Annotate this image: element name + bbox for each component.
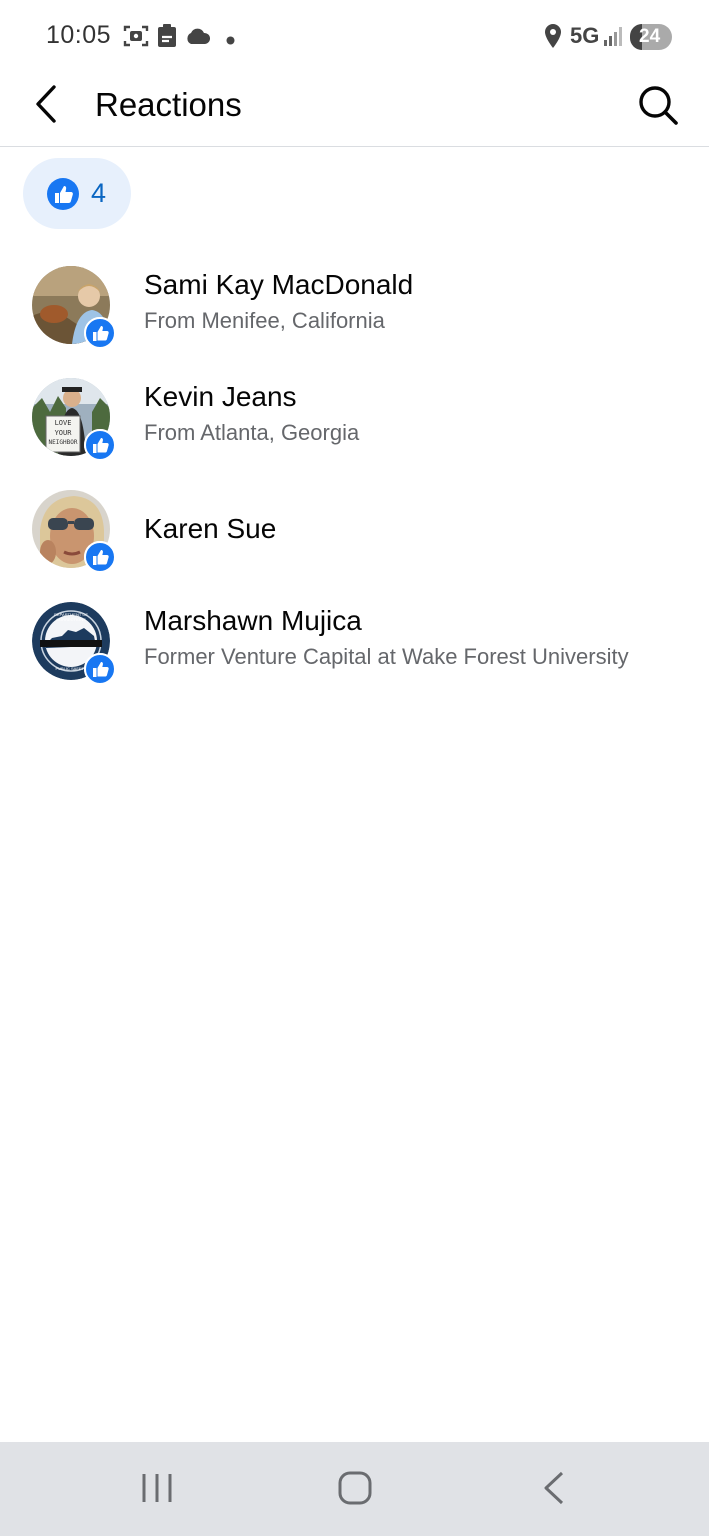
like-icon <box>47 178 79 215</box>
list-item[interactable]: DEPARTMENT OF CORRECTIONS PUBLIC SAFETY … <box>0 598 709 698</box>
like-badge-icon <box>84 541 116 573</box>
page-title: Reactions <box>95 86 242 123</box>
avatar-sign-line: NEIGHBOR <box>48 439 78 446</box>
seal-text-top: DEPARTMENT OF CORRECTIONS <box>54 612 88 622</box>
person-subtitle: From Atlanta, Georgia <box>144 420 360 445</box>
search-button[interactable] <box>636 83 680 127</box>
like-badge-icon <box>84 317 116 349</box>
avatar-sign-line: LOVE <box>54 419 72 427</box>
notification-dot-icon <box>226 32 235 50</box>
home-icon <box>338 1471 372 1505</box>
recent-apps-icon <box>142 1474 172 1502</box>
person-name[interactable]: Karen Sue <box>144 513 276 545</box>
network-label: 5G <box>570 23 600 48</box>
person-subtitle: Former Venture Capital at Wake Forest Un… <box>144 644 629 669</box>
person-name[interactable]: Marshawn Mujica <box>144 605 362 637</box>
person-name[interactable]: Sami Kay MacDonald <box>144 269 413 301</box>
back-icon <box>544 1471 564 1505</box>
like-badge-icon <box>84 653 116 685</box>
avatar-sign-line: YOUR <box>54 429 72 437</box>
cloud-icon <box>185 28 211 49</box>
list-item[interactable]: LOVE YOUR NEIGHBOR Kevin Jeans From Atla… <box>0 374 709 474</box>
person-subtitle: From Menifee, California <box>144 308 385 333</box>
nav-back-button[interactable] <box>536 1470 574 1511</box>
screenshot-icon <box>123 24 149 53</box>
system-nav-bar <box>0 1442 709 1536</box>
chevron-left-icon <box>36 85 56 123</box>
reaction-tab-like[interactable]: 4 <box>23 158 131 229</box>
battery-icon: 24 <box>630 24 672 50</box>
status-bar: 10:05 5G 24 <box>0 0 709 70</box>
status-time: 10:05 <box>46 21 112 49</box>
list-item[interactable]: Karen Sue <box>0 486 709 586</box>
signal-icon <box>604 26 624 51</box>
back-button[interactable] <box>30 84 66 124</box>
recent-apps-button[interactable] <box>138 1470 176 1511</box>
reaction-count: 4 <box>91 178 107 208</box>
person-name[interactable]: Kevin Jeans <box>144 381 297 413</box>
like-badge-icon <box>84 429 116 461</box>
app-header: Reactions <box>0 70 709 147</box>
list-item[interactable]: Sami Kay MacDonald From Menifee, Califor… <box>0 262 709 362</box>
clipboard-icon <box>157 24 177 53</box>
home-button[interactable] <box>336 1470 374 1511</box>
battery-level: 24 <box>639 26 661 47</box>
search-icon <box>639 86 678 125</box>
location-icon <box>544 24 562 53</box>
